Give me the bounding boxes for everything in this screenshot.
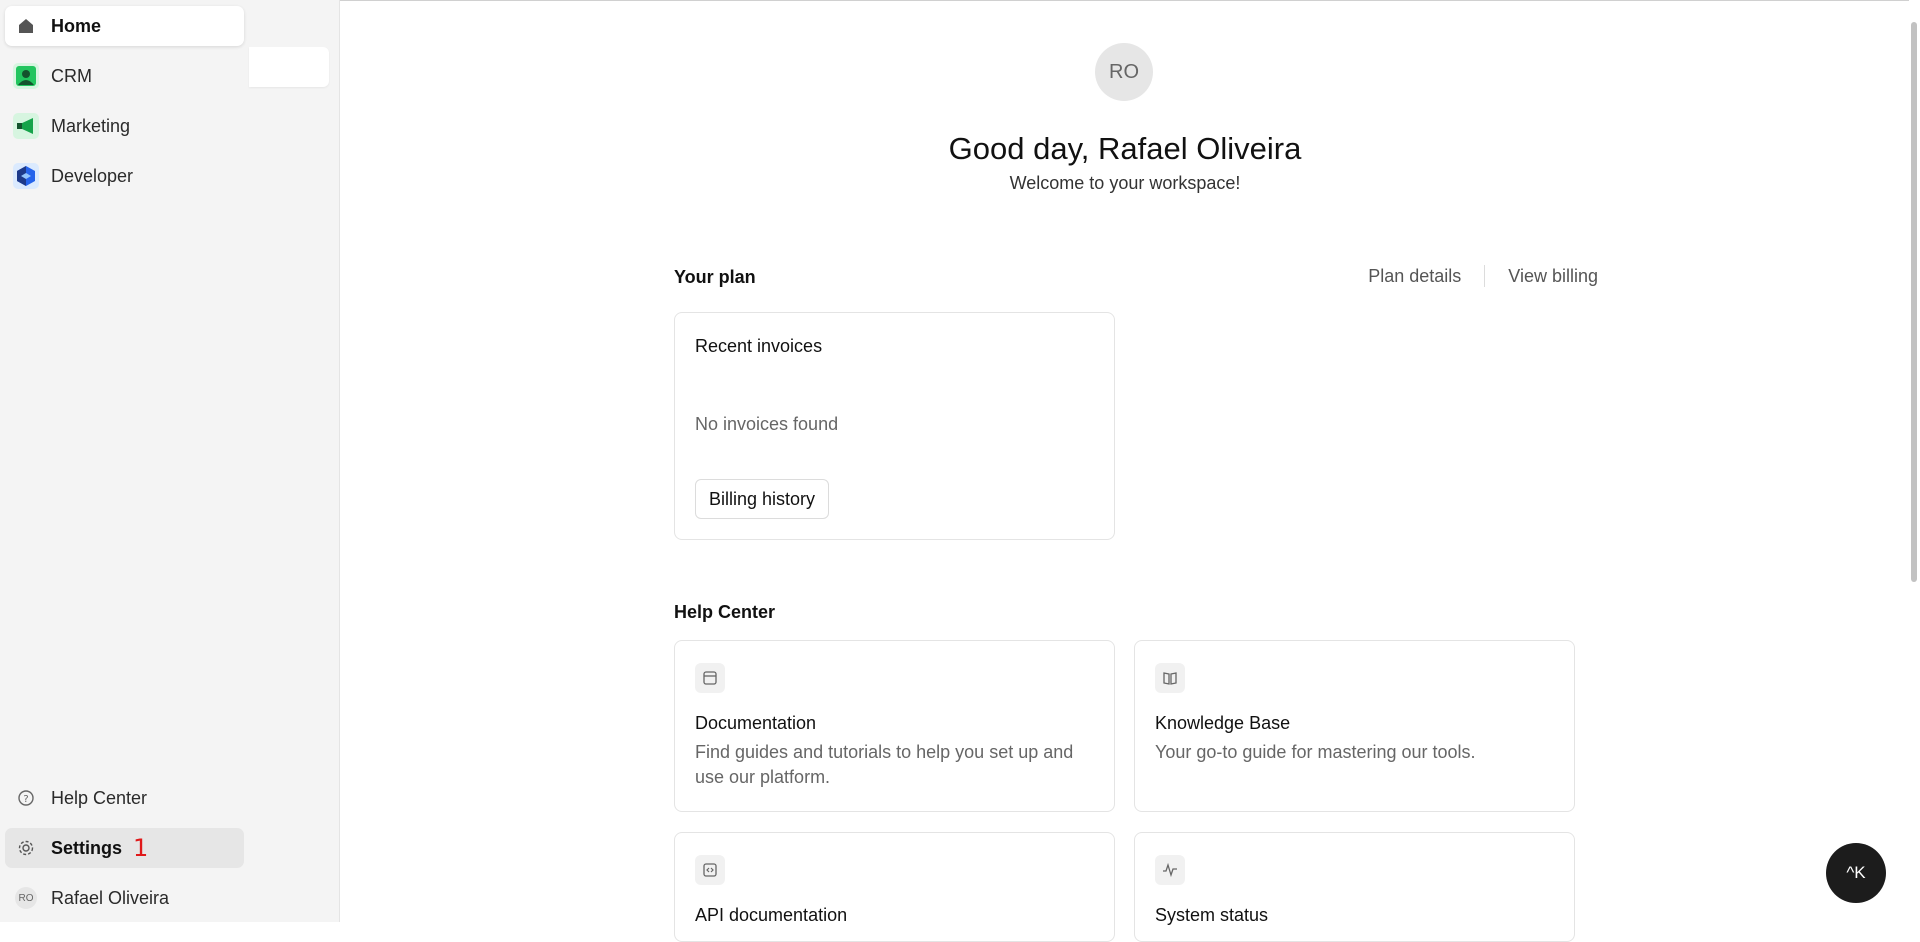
card-title: System status — [1155, 905, 1269, 925]
plan-links: Plan details View billing — [1368, 265, 1598, 287]
command-palette-button[interactable]: ^K — [1826, 843, 1886, 903]
nav-item-crm[interactable]: CRM — [5, 56, 244, 96]
svg-text:?: ? — [23, 794, 28, 805]
billing-history-button[interactable]: Billing history — [695, 479, 830, 519]
recent-invoices-card: Recent invoices No invoices found Billin… — [674, 312, 1115, 540]
page-title: Good day, Rafael Oliveira — [948, 131, 1302, 166]
scrollbar[interactable] — [1909, 0, 1920, 922]
help-card-documentation[interactable]: Documentation Find guides and tutorials … — [674, 640, 1115, 812]
scrollbar-thumb[interactable] — [1911, 22, 1917, 582]
nav-item-label: Home — [51, 15, 102, 36]
page-subtitle: Welcome to your workspace! — [1009, 173, 1241, 193]
help-card-knowledge-base[interactable]: Knowledge Base Your go-to guide for mast… — [1134, 640, 1575, 812]
card-title: API documentation — [695, 905, 848, 925]
nav-item-developer[interactable]: Developer — [5, 156, 244, 196]
plan-details-link[interactable]: Plan details — [1368, 266, 1461, 287]
nav-item-label: Help Center — [51, 787, 148, 808]
home-icon — [13, 13, 39, 39]
plan-section-title: Your plan — [674, 267, 756, 287]
secondary-panel-item[interactable] — [249, 47, 329, 87]
user-name: Rafael Oliveira — [51, 887, 170, 908]
help-center-title: Help Center — [674, 602, 776, 622]
marketing-icon — [13, 113, 39, 139]
avatar: RO — [15, 887, 37, 909]
code-icon — [695, 855, 725, 885]
help-card-api-documentation[interactable]: API documentation — [674, 832, 1115, 942]
gear-icon — [13, 835, 39, 861]
nav-item-label: Settings — [51, 837, 123, 858]
secondary-panel — [249, 0, 340, 922]
nav-item-marketing[interactable]: Marketing — [5, 106, 244, 146]
help-card-system-status[interactable]: System status — [1134, 832, 1575, 942]
card-title: Documentation — [695, 713, 817, 733]
primary-sidebar: Home CRM Marketing Developer ? Help Cent… — [0, 0, 249, 922]
book-icon — [1155, 663, 1185, 693]
user-avatar-wrap: RO — [13, 885, 39, 911]
card-description: Find guides and tutorials to help you se… — [695, 742, 1074, 787]
card-description: Your go-to guide for mastering our tools… — [1155, 742, 1476, 762]
nav-item-label: CRM — [51, 65, 92, 86]
card-title: Recent invoices — [695, 336, 823, 356]
help-circle-icon: ? — [13, 785, 39, 811]
empty-state-text: No invoices found — [695, 414, 839, 434]
nav-item-settings[interactable]: Settings — [5, 828, 244, 868]
nav-item-label: Developer — [51, 165, 134, 186]
nav-item-home[interactable]: Home — [5, 6, 244, 46]
avatar[interactable]: RO — [1095, 43, 1153, 101]
card-title: Knowledge Base — [1155, 713, 1291, 733]
annotation-marker: 1 — [133, 834, 149, 862]
divider — [1484, 265, 1486, 287]
nav-item-label: Marketing — [51, 115, 131, 136]
nav-item-user-profile[interactable]: RO Rafael Oliveira — [5, 878, 244, 918]
document-icon — [695, 663, 725, 693]
view-billing-link[interactable]: View billing — [1508, 266, 1598, 287]
crm-icon — [13, 63, 39, 89]
nav-item-help-center[interactable]: ? Help Center — [5, 778, 244, 818]
main-content: RO Good day, Rafael Oliveira Welcome to … — [340, 0, 1910, 942]
developer-icon — [13, 163, 39, 189]
activity-icon — [1155, 855, 1185, 885]
